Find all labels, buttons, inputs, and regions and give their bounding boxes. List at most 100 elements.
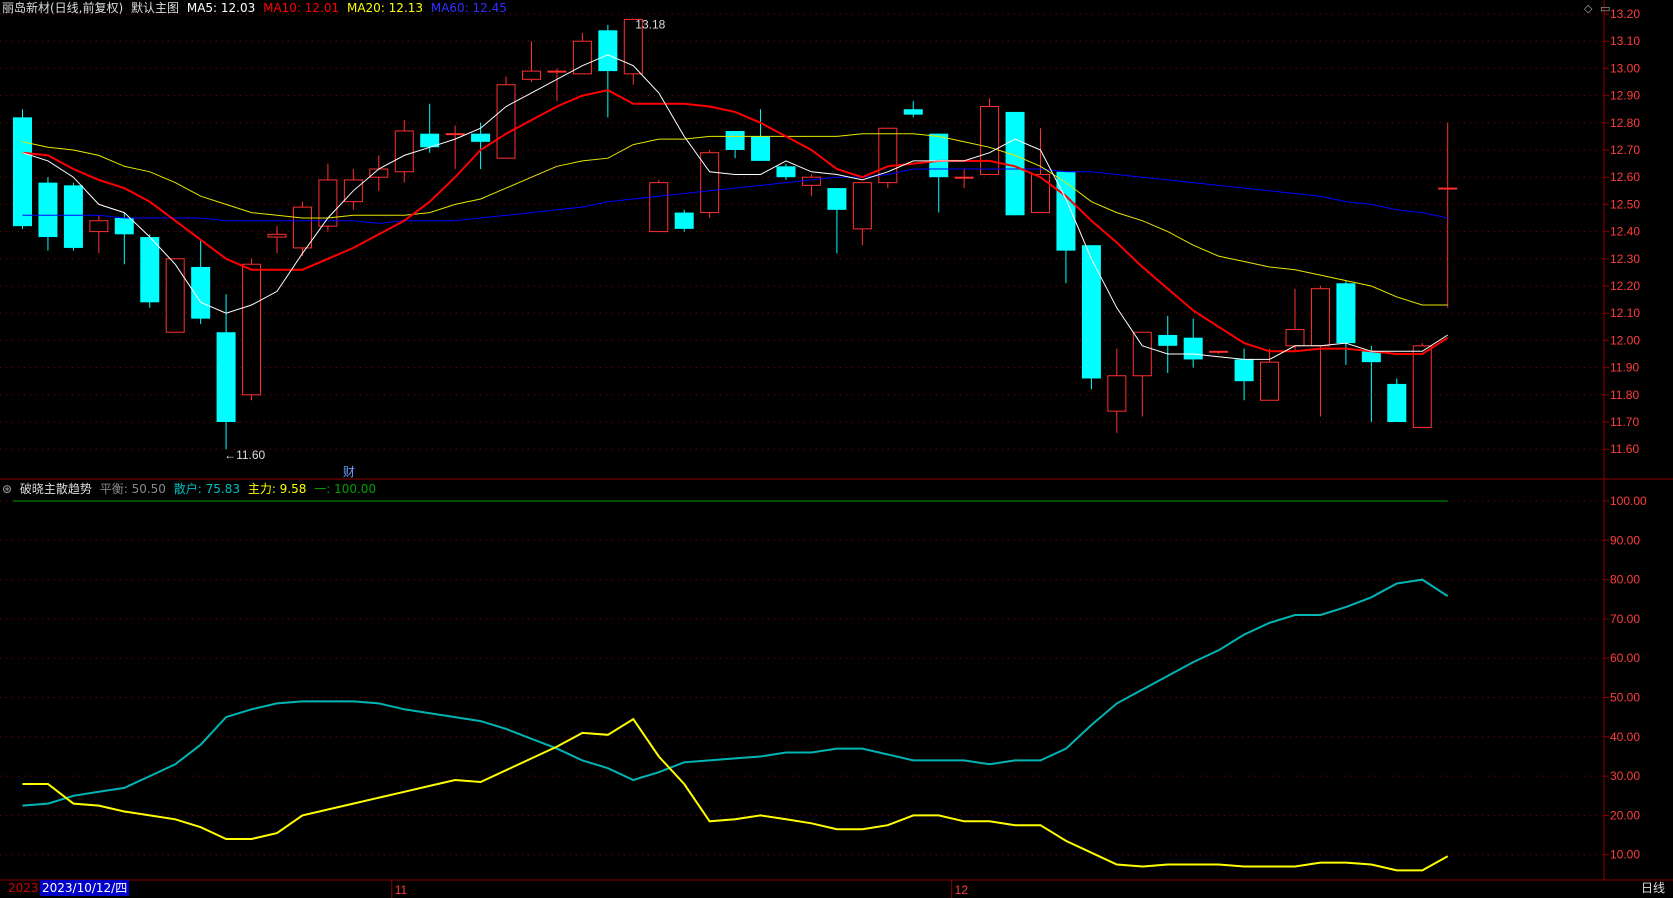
- candle-body-up: [649, 182, 669, 233]
- candle-body-up: [496, 84, 516, 159]
- candle-body-down: [1158, 334, 1178, 346]
- ma5-label: MA5: 12.03: [186, 1, 256, 15]
- candle-body-down: [929, 133, 949, 178]
- candle-body-down: [1081, 245, 1101, 379]
- month-label: 12: [955, 883, 969, 897]
- indicator-name[interactable]: 破晓主散趋势: [20, 482, 92, 496]
- main-force-label: 主力: 9.58: [247, 482, 307, 496]
- price-tick-label: 12.20: [1610, 279, 1640, 293]
- main-force-line: [22, 717, 1449, 872]
- candle-body-down: [751, 136, 771, 161]
- balance-label: 平衡: 50.50: [99, 482, 166, 496]
- high-price-annotation: 13.18: [635, 17, 665, 31]
- ma20-label: MA20: 12.13: [346, 1, 424, 15]
- retail-label: 散户: 75.83: [173, 482, 240, 496]
- candle-body-down: [471, 133, 491, 142]
- main-chart-selector[interactable]: 默认主图: [131, 1, 179, 15]
- candle-body-down: [903, 109, 923, 115]
- indicator-header: ⊛ 破晓主散趋势 平衡: 50.50 散户: 75.83 主力: 9.58 一:…: [2, 481, 380, 497]
- indicator-tick-label: 20.00: [1610, 808, 1640, 822]
- candle-body-up: [89, 220, 109, 233]
- candle-body-up: [1260, 361, 1280, 401]
- candle-body-down: [827, 188, 847, 210]
- price-tick-label: 11.90: [1610, 361, 1639, 375]
- retail-line: [22, 578, 1449, 807]
- candle-body-up: [852, 182, 872, 230]
- ma10-label: MA10: 12.01: [263, 1, 340, 15]
- price-tick-label: 12.40: [1610, 225, 1640, 239]
- cursor-date: 2023/10/12/四: [40, 880, 130, 896]
- candle-body-down: [1183, 337, 1203, 360]
- indicator-tick-label: 60.00: [1610, 651, 1640, 665]
- indicator-tick-label: 80.00: [1610, 573, 1640, 587]
- candle-body-up: [547, 70, 567, 73]
- ma60-line: [22, 168, 1448, 224]
- price-tick-label: 11.60: [1610, 442, 1639, 456]
- indicator-tick-label: 90.00: [1610, 533, 1640, 547]
- indicator-tick-label: 100.00: [1610, 494, 1647, 508]
- kline-chart-canvas[interactable]: 13.20 13.10 13.00 12.90 12.80 12.70 12.60 12.50…: [0, 0, 1673, 898]
- candle-body-up: [445, 133, 465, 136]
- candle-body-up: [292, 206, 312, 249]
- main-chart-header: 丽岛新材(日线,前复权) 默认主图 MA5: 12.03 MA10: 12.01…: [2, 0, 511, 16]
- price-tick-label: 11.70: [1610, 415, 1639, 429]
- price-tick-label: 12.10: [1610, 306, 1640, 320]
- price-tick-label: 12.50: [1610, 197, 1640, 211]
- price-tick-label: 12.30: [1610, 252, 1640, 266]
- candle-body-up: [980, 105, 1000, 175]
- date-prefix: 2023: [8, 881, 39, 895]
- candle-body-down: [1005, 111, 1025, 216]
- candle-body-down: [140, 237, 160, 303]
- candle-body-up: [1412, 345, 1432, 428]
- candle-body-up: [1310, 288, 1330, 347]
- candle-body-down: [13, 117, 32, 227]
- candle-body-down: [776, 166, 796, 178]
- price-tick-label: 12.00: [1610, 333, 1640, 347]
- price-tick-label: 11.80: [1610, 388, 1639, 402]
- price-tick-label: 13.20: [1610, 7, 1640, 21]
- candle-body-up: [700, 152, 720, 214]
- candle-body-down: [725, 130, 745, 150]
- ma10-line: [22, 89, 1449, 355]
- candle-body-up: [1132, 331, 1152, 377]
- candle-body-down: [216, 332, 236, 422]
- candle-body-up: [1107, 375, 1127, 412]
- candle-body-down: [63, 185, 83, 248]
- financial-report-marker: 财: [343, 465, 355, 479]
- candle-body-down: [1336, 283, 1356, 344]
- indicator-settings-icon[interactable]: ⊛: [2, 482, 12, 496]
- price-tick-label: 12.80: [1610, 116, 1640, 130]
- window-maximize-icon[interactable]: ▭: [1600, 2, 1610, 15]
- candle-body-down: [114, 218, 134, 235]
- indicator-tick-label: 10.00: [1610, 848, 1640, 862]
- candle-body-up: [394, 130, 414, 173]
- candle-body-down: [38, 182, 58, 238]
- price-tick-label: 12.90: [1610, 89, 1640, 103]
- candle-body-up: [1438, 187, 1458, 190]
- indicator-tick-label: 50.00: [1610, 691, 1640, 705]
- price-tick-label: 13.10: [1610, 34, 1640, 48]
- candle-body-up: [1285, 329, 1305, 347]
- candle-body-up: [1031, 173, 1050, 214]
- month-label: 11: [395, 883, 408, 897]
- candle-body-down: [598, 30, 618, 72]
- price-tick-label: 12.70: [1610, 143, 1640, 157]
- candle-body-up: [165, 258, 185, 333]
- indicator-tick-label: 40.00: [1610, 730, 1640, 744]
- candle-body-up: [318, 179, 338, 227]
- candle-body-down: [1056, 171, 1076, 251]
- price-tick-label: 13.00: [1610, 61, 1640, 75]
- stock-name[interactable]: 丽岛新材(日线,前复权): [2, 1, 123, 15]
- top-line-label: 一: 100.00: [314, 482, 377, 496]
- ma5-line: [22, 54, 1448, 360]
- candle-body-down: [674, 212, 694, 229]
- diamond-icon[interactable]: ◇: [1584, 2, 1592, 15]
- candle-body-up: [369, 168, 389, 178]
- price-tick-label: 12.60: [1610, 170, 1640, 184]
- period-button[interactable]: 日线: [1641, 879, 1665, 897]
- ma60-label: MA60: 12.45: [430, 1, 507, 15]
- indicator-tick-label: 30.00: [1610, 769, 1640, 783]
- candle-body-up: [801, 176, 821, 186]
- candle-body-up: [1209, 350, 1229, 353]
- low-price-annotation: ←11.60: [224, 448, 265, 462]
